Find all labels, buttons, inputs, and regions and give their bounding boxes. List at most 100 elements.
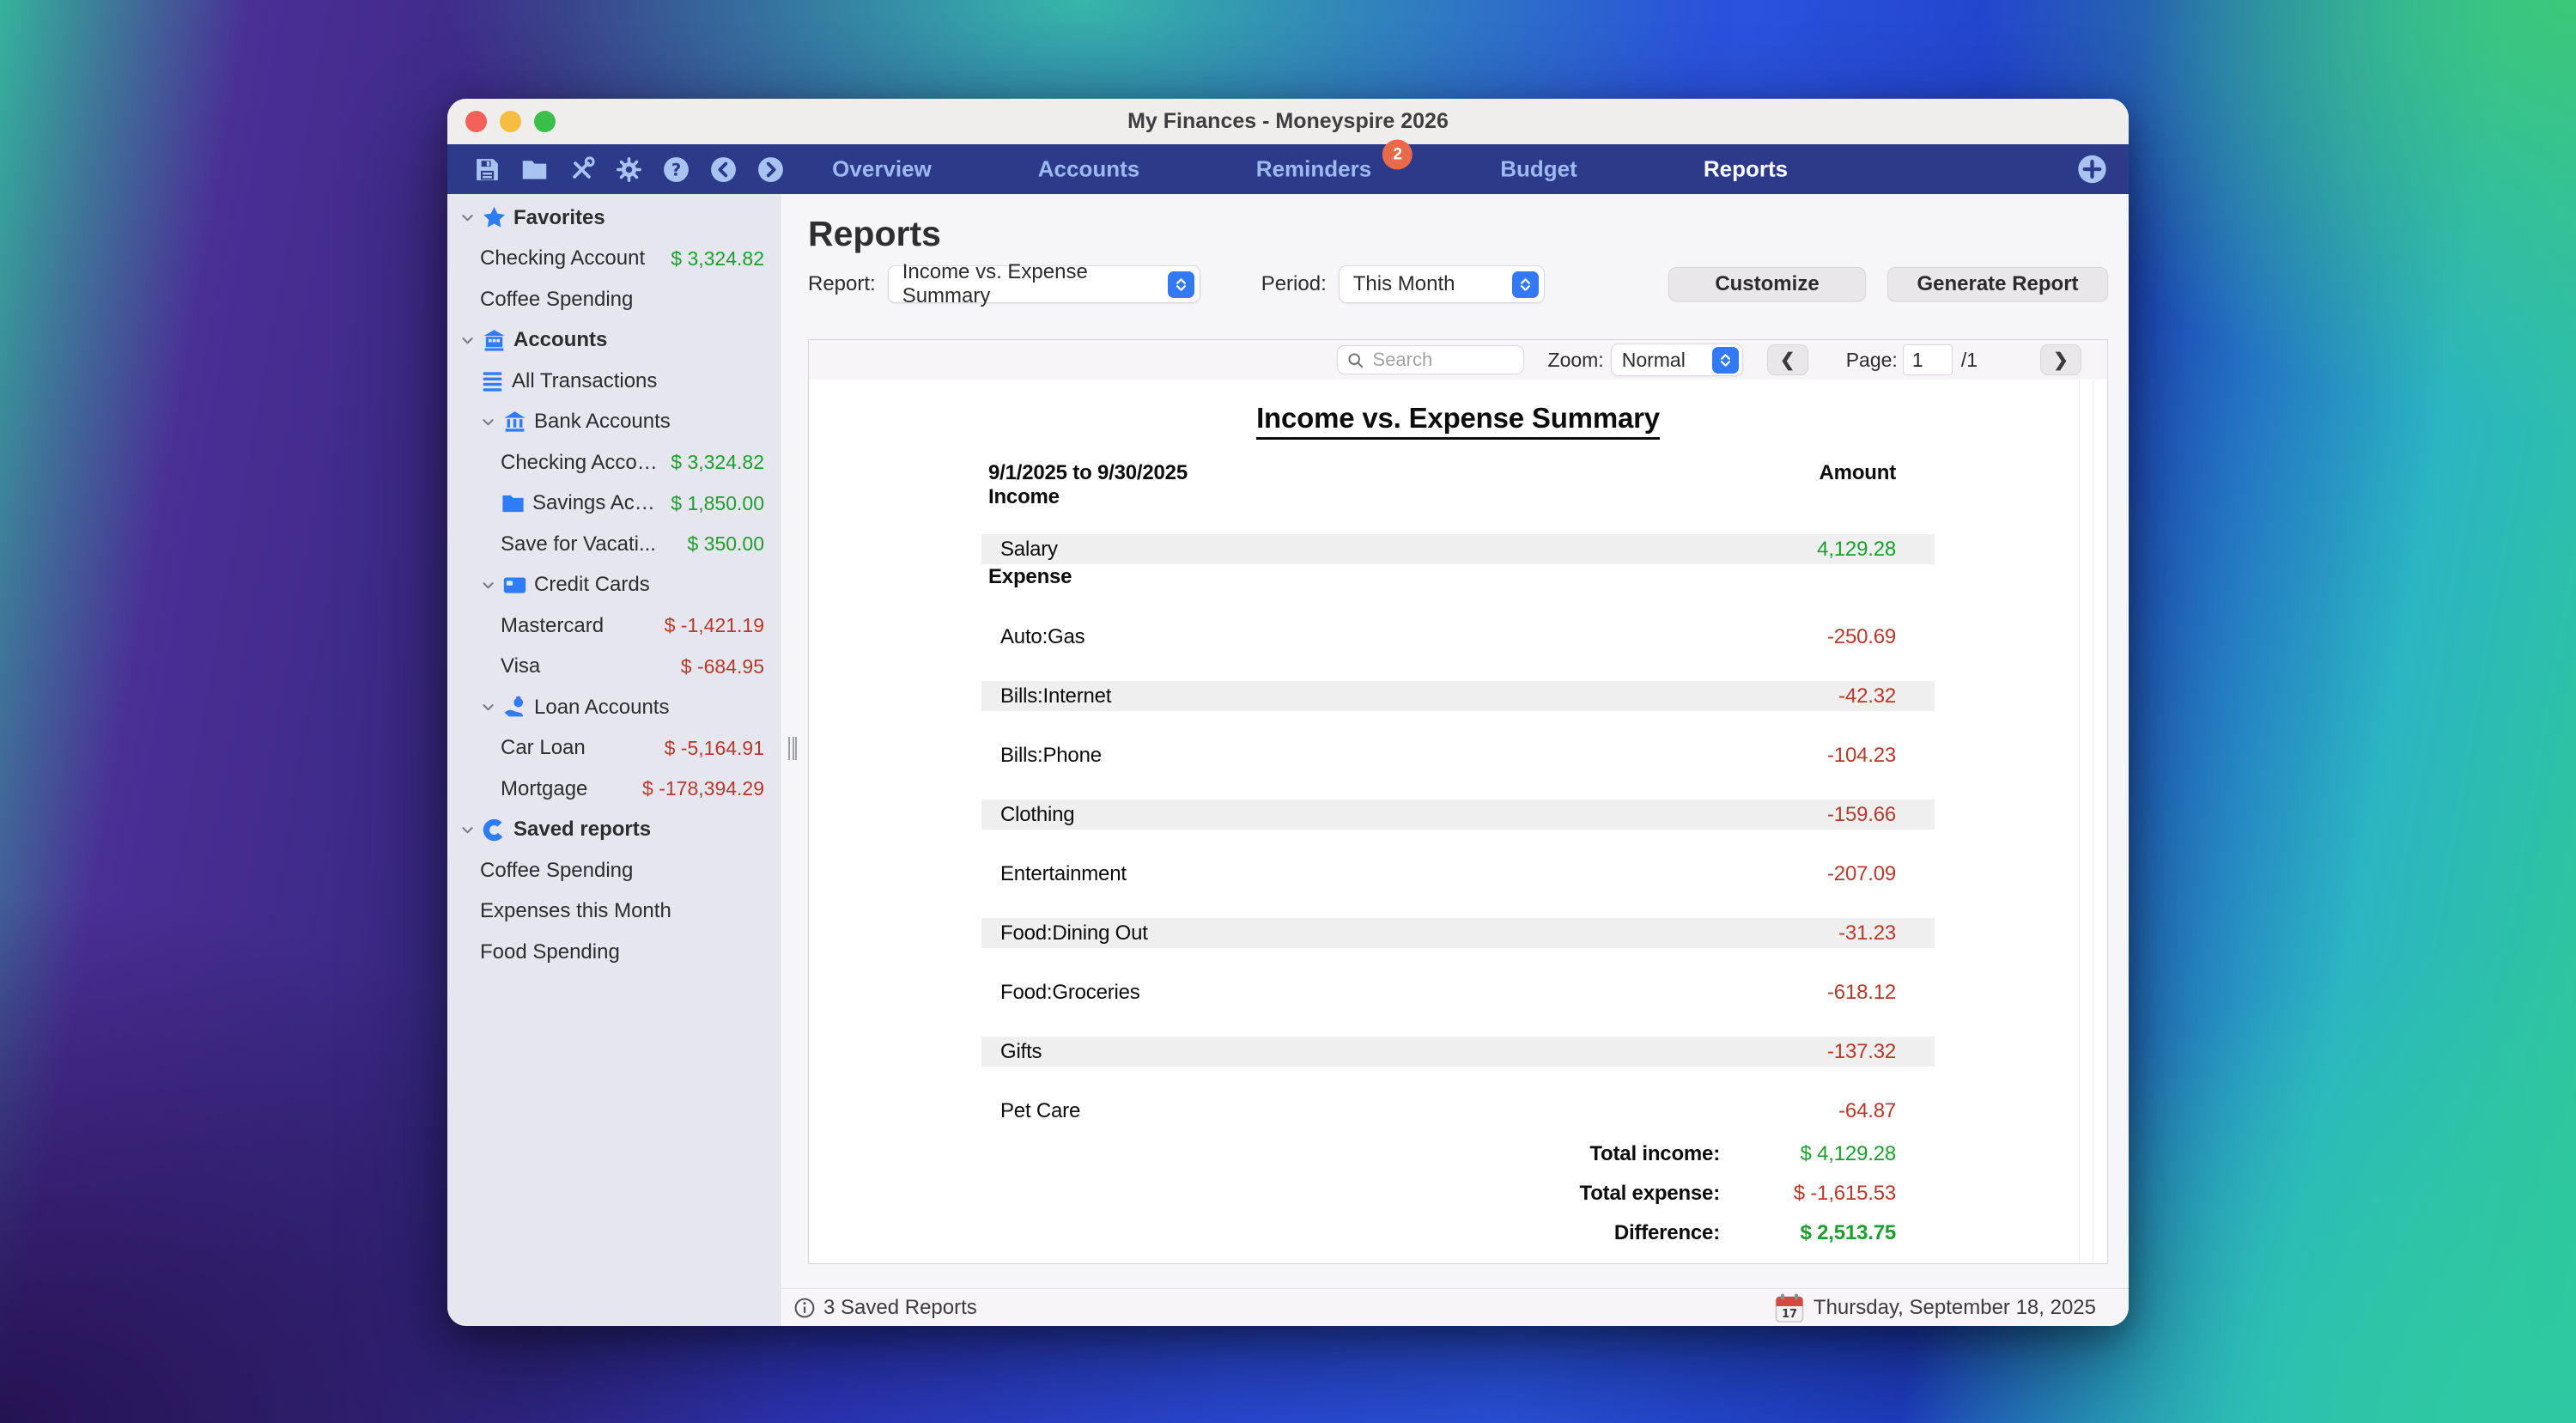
stepper-icon: [1168, 271, 1194, 298]
status-bar: 3 Saved Reports 17 Thursday, September 1…: [781, 1288, 2129, 1326]
page-field-label: Page:: [1846, 349, 1898, 372]
report-page: Income vs. Expense Summary 9/1/2025 to 9…: [809, 380, 2107, 1263]
sidebar-item[interactable]: Car Loan $ -5,164.91: [447, 728, 781, 769]
sidebar-item[interactable]: Coffee Spending: [447, 279, 781, 320]
forward-icon[interactable]: [756, 155, 785, 184]
sidebar-item[interactable]: Save for Vacati... $ 350.00: [447, 524, 781, 565]
report-row: Salary 4,129.28: [981, 534, 1935, 564]
search-input[interactable]: [1371, 348, 1515, 372]
zoom-button[interactable]: [534, 111, 556, 132]
scrollbar[interactable]: [2079, 380, 2093, 1263]
sidebar-item[interactable]: Mastercard $ -1,421.19: [447, 605, 781, 647]
next-page-button[interactable]: ❯: [2040, 344, 2081, 375]
chevron-down-icon[interactable]: [480, 699, 502, 715]
category-amount: -618.12: [1827, 981, 1896, 1005]
nav-tab[interactable]: Budget: [1500, 156, 1577, 183]
total-row: Total expense: $ -1,615.53: [981, 1174, 1935, 1213]
back-icon[interactable]: [709, 155, 738, 184]
close-button[interactable]: [465, 111, 487, 132]
help-icon[interactable]: [662, 155, 690, 184]
sidebar-item[interactable]: Visa $ -684.95: [447, 647, 781, 688]
previous-page-button[interactable]: ❮: [1767, 344, 1808, 375]
report-select[interactable]: Income vs. Expense Summary: [888, 265, 1200, 303]
sidebar-item-label: Visa: [501, 654, 674, 678]
viewer-toolbar: Zoom: Normal ❮ Page: /1 ❯: [809, 340, 2107, 380]
nav-tab-label: Reports: [1704, 156, 1788, 182]
generate-report-button[interactable]: Generate Report: [1887, 267, 2108, 301]
chevron-down-icon[interactable]: [459, 332, 482, 349]
sidebar: Favorites Checking Account $ 3,324.82 Co…: [447, 194, 781, 1326]
saved-reports-count: 3 Saved Reports: [823, 1296, 977, 1320]
search-field[interactable]: [1337, 345, 1524, 374]
category-label: Gifts: [1000, 1040, 1042, 1064]
nav-tab[interactable]: Accounts: [1038, 156, 1139, 183]
nav-tab[interactable]: Reminders 2: [1256, 156, 1371, 183]
sidebar-item[interactable]: Bank Accounts: [447, 402, 781, 443]
sidebar-item-label: Loan Accounts: [534, 696, 764, 720]
chevron-down-icon[interactable]: [480, 577, 502, 593]
sidebar-item[interactable]: Savings Account $ 1,850.00: [447, 483, 781, 525]
chevron-down-icon[interactable]: [459, 210, 482, 226]
category-amount: -137.32: [1827, 1040, 1896, 1064]
nav-tab[interactable]: Reports: [1704, 156, 1788, 183]
report-row: Food:Dining Out -31.23: [981, 918, 1935, 948]
open-folder-icon[interactable]: [520, 155, 549, 184]
page-number-input[interactable]: [1903, 344, 1953, 375]
main-toolbar: Overview Accounts Reminders 2 Budget: [447, 144, 2129, 194]
chevron-down-icon[interactable]: [480, 414, 502, 430]
sidebar-item-label: Bank Accounts: [534, 410, 764, 434]
zoom-select[interactable]: Normal: [1611, 344, 1743, 376]
period-select[interactable]: This Month: [1339, 265, 1545, 303]
donut-icon: [482, 818, 513, 842]
splitter-grip-icon[interactable]: [788, 737, 797, 760]
card-icon: [502, 573, 534, 598]
sidebar-item-label: Car Loan: [501, 736, 658, 760]
sidebar-item-label: Mortgage: [501, 777, 635, 801]
sidebar-item[interactable]: Mortgage $ -178,394.29: [447, 769, 781, 810]
category-amount: -42.32: [1838, 684, 1896, 708]
current-date-status: 17 Thursday, September 18, 2025: [1775, 1292, 2096, 1323]
customize-button[interactable]: Customize: [1668, 267, 1866, 301]
sidebar-item-label: Favorites: [513, 206, 764, 230]
zoom-select-value: Normal: [1622, 349, 1686, 372]
sidebar-item-amount: $ 350.00: [687, 532, 764, 556]
sidebar-item[interactable]: Food Spending: [447, 932, 781, 973]
category-amount: -159.66: [1827, 803, 1896, 827]
settings-icon[interactable]: [615, 155, 643, 184]
loan-icon: [502, 695, 534, 720]
save-icon[interactable]: [473, 155, 501, 184]
category-label: Auto:Gas: [1000, 625, 1084, 649]
tools-icon[interactable]: [568, 155, 596, 184]
sidebar-item[interactable]: Checking Account $ 3,324.82: [447, 442, 781, 483]
info-icon: [793, 1297, 816, 1319]
sidebar-item[interactable]: Expenses this Month: [447, 891, 781, 933]
sidebar-item[interactable]: Saved reports: [447, 810, 781, 851]
nav-tab-label: Budget: [1500, 156, 1577, 182]
report-row: Gifts -137.32: [981, 1037, 1935, 1067]
page-total: /1: [1961, 349, 1978, 372]
category-label: Bills:Phone: [1000, 744, 1102, 768]
page-title: Reports: [808, 215, 2129, 253]
sidebar-item[interactable]: Credit Cards: [447, 565, 781, 606]
chevron-down-icon[interactable]: [459, 822, 482, 838]
accounts-icon: [482, 328, 513, 353]
report-row: Clothing -159.66: [981, 800, 1935, 830]
report-select-value: Income vs. Expense Summary: [902, 260, 1168, 308]
calendar-icon: 17: [1775, 1292, 1804, 1323]
svg-text:17: 17: [1782, 1308, 1797, 1321]
reports-view: Reports Report: Income vs. Expense Summa…: [781, 194, 2129, 1288]
sidebar-item[interactable]: Loan Accounts: [447, 687, 781, 728]
category-label: Food:Dining Out: [1000, 921, 1148, 946]
expense-section-label: Expense: [981, 564, 1935, 590]
sidebar-item[interactable]: Checking Account $ 3,324.82: [447, 239, 781, 280]
total-label: Total expense:: [1580, 1182, 1720, 1206]
minimize-button[interactable]: [500, 111, 521, 132]
sidebar-item[interactable]: All Transactions: [447, 361, 781, 402]
sidebar-item[interactable]: Coffee Spending: [447, 850, 781, 891]
nav-tab[interactable]: Overview: [832, 156, 932, 183]
search-icon: [1346, 351, 1364, 369]
stepper-icon: [1712, 347, 1739, 374]
sidebar-item[interactable]: Accounts: [447, 320, 781, 362]
sidebar-item[interactable]: Favorites: [447, 198, 781, 239]
add-icon[interactable]: [2076, 154, 2108, 185]
